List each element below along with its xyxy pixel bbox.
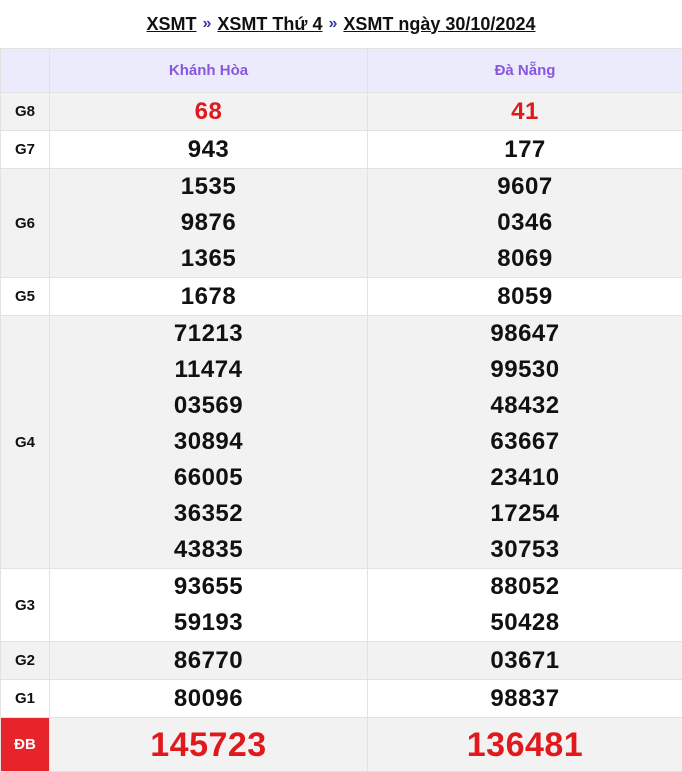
- header-khanh-hoa: Khánh Hòa: [49, 48, 368, 93]
- prize-number: 8059: [497, 282, 553, 310]
- breadcrumb-link-xsmt[interactable]: XSMT: [147, 14, 197, 35]
- prize-number: 63667: [490, 428, 560, 455]
- prize-number: 177: [504, 135, 546, 163]
- khanh-hoa-cell: 1535 9876 1365: [49, 168, 368, 278]
- khanh-hoa-cell: 86770: [49, 641, 368, 680]
- da-nang-cell: 03671: [367, 641, 682, 680]
- prize-number: 1535: [180, 173, 237, 200]
- prize-label: G3: [0, 568, 50, 642]
- prize-number: 30753: [490, 536, 560, 563]
- khanh-hoa-cell: 68: [49, 92, 368, 131]
- da-nang-cell: 177: [367, 130, 682, 169]
- breadcrumb-link-xsmt-thu-4[interactable]: XSMT Thứ 4: [217, 14, 322, 35]
- prize-number: 8069: [497, 245, 553, 272]
- prize-label: G6: [0, 168, 50, 278]
- prize-number: 30894: [173, 428, 244, 455]
- header-row: Khánh Hòa Đà Nẵng: [0, 48, 682, 93]
- breadcrumb-link-xsmt-date[interactable]: XSMT ngày 30/10/2024: [343, 14, 535, 35]
- prize-number: 41: [511, 97, 539, 125]
- prize-number: 1678: [180, 282, 237, 310]
- breadcrumb: XSMT » XSMT Thứ 4 » XSMT ngày 30/10/2024: [0, 0, 682, 48]
- khanh-hoa-cell: 1678: [49, 277, 368, 316]
- prize-number: 23410: [490, 464, 560, 491]
- prize-number: 66005: [173, 464, 244, 491]
- prize-number: 68: [194, 97, 223, 125]
- prize-number: 48432: [490, 392, 560, 419]
- prize-label: G5: [0, 277, 50, 316]
- prize-number: 43835: [173, 536, 244, 563]
- prize-number: 03569: [173, 392, 244, 419]
- prize-number: 80096: [173, 684, 244, 712]
- prize-label: G8: [0, 92, 50, 131]
- prize-row-g4: G4 71213 11474 03569 30894 66005 36352 4…: [0, 315, 682, 569]
- special-prize-label: ĐB: [0, 717, 50, 772]
- prize-row-g6: G6 1535 9876 1365 9607 0346 8069: [0, 168, 682, 278]
- prize-label: G1: [0, 679, 50, 718]
- da-nang-cell: 98837: [367, 679, 682, 718]
- prize-number: 50428: [490, 609, 560, 636]
- prize-number: 93655: [173, 573, 244, 600]
- prize-number: 59193: [173, 609, 244, 636]
- prize-number: 03671: [490, 646, 560, 674]
- khanh-hoa-cell: 80096: [49, 679, 368, 718]
- prize-number: 11474: [174, 356, 243, 383]
- da-nang-cell: 41: [367, 92, 682, 131]
- special-prize-number: 145723: [150, 725, 267, 764]
- prize-label: G7: [0, 130, 50, 169]
- khanh-hoa-cell: 145723: [49, 717, 368, 772]
- da-nang-cell: 9607 0346 8069: [367, 168, 682, 278]
- results-table: Khánh Hòa Đà Nẵng G8 68 41 G7 943 177 G6…: [0, 48, 682, 772]
- prize-label: G4: [0, 315, 50, 569]
- prize-row-g7: G7 943 177: [0, 130, 682, 169]
- prize-number: 98837: [490, 684, 560, 712]
- breadcrumb-separator: »: [202, 15, 212, 32]
- breadcrumb-separator: »: [328, 15, 338, 32]
- prize-number: 86770: [173, 646, 244, 674]
- prize-number: 71213: [173, 320, 244, 347]
- prize-number: 98647: [490, 320, 560, 347]
- prize-row-special: ĐB 145723 136481: [0, 717, 682, 772]
- prize-number: 1365: [180, 245, 237, 272]
- prize-number: 0346: [497, 209, 553, 236]
- prize-row-g5: G5 1678 8059: [0, 277, 682, 316]
- prize-number: 9607: [497, 173, 553, 200]
- prize-label: G2: [0, 641, 50, 680]
- da-nang-cell: 98647 99530 48432 63667 23410 17254 3075…: [367, 315, 682, 569]
- prize-number: 9876: [180, 209, 237, 236]
- da-nang-cell: 88052 50428: [367, 568, 682, 642]
- prize-number: 17254: [490, 500, 560, 527]
- prize-row-g3: G3 93655 59193 88052 50428: [0, 568, 682, 642]
- prize-number: 88052: [490, 573, 560, 600]
- da-nang-cell: 136481: [367, 717, 682, 772]
- khanh-hoa-cell: 943: [49, 130, 368, 169]
- special-prize-number: 136481: [466, 725, 584, 764]
- header-da-nang: Đà Nẵng: [367, 48, 682, 93]
- khanh-hoa-cell: 93655 59193: [49, 568, 368, 642]
- prize-number: 36352: [173, 500, 244, 527]
- header-corner: [0, 48, 50, 93]
- da-nang-cell: 8059: [367, 277, 682, 316]
- prize-row-g1: G1 80096 98837: [0, 679, 682, 718]
- prize-number: 943: [187, 135, 230, 163]
- prize-row-g2: G2 86770 03671: [0, 641, 682, 680]
- prize-row-g8: G8 68 41: [0, 92, 682, 131]
- khanh-hoa-cell: 71213 11474 03569 30894 66005 36352 4383…: [49, 315, 368, 569]
- prize-number: 99530: [490, 356, 560, 383]
